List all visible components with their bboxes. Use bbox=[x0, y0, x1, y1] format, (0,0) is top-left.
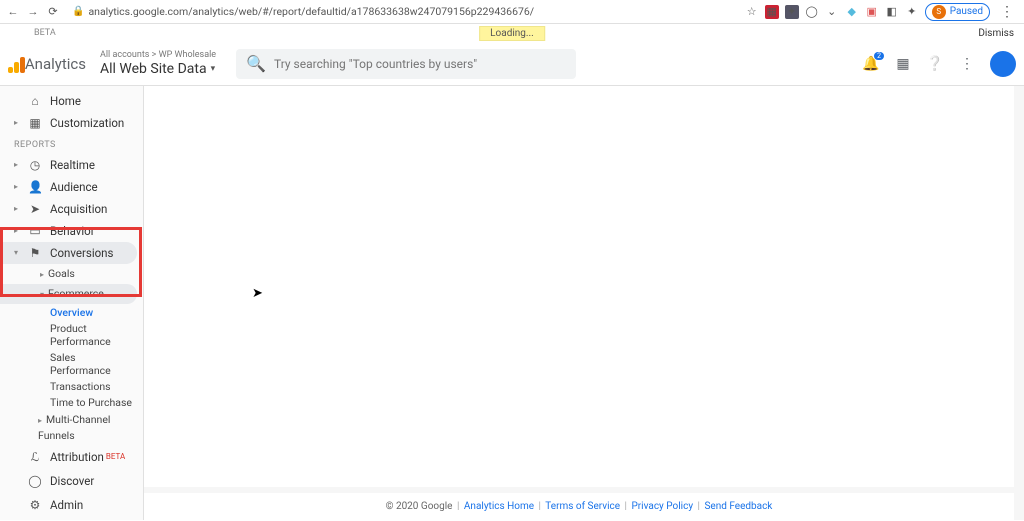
browser-toolbar: ← → ⟳ 🔒 analytics.google.com/analytics/w… bbox=[0, 0, 1024, 24]
notifications-icon[interactable]: 🔔2 bbox=[862, 55, 880, 73]
search-box[interactable]: 🔍 bbox=[236, 49, 576, 79]
customization-icon: ▦ bbox=[28, 115, 42, 131]
notifications-badge: 2 bbox=[874, 52, 884, 60]
apps-icon[interactable]: ▦ bbox=[894, 55, 912, 73]
beta-badge: BETA bbox=[106, 452, 125, 461]
footer: © 2020 Google | Analytics Home | Terms o… bbox=[144, 493, 1014, 520]
nav-sales-performance[interactable]: Sales Performance bbox=[0, 349, 143, 378]
discover-icon: ◯ bbox=[28, 473, 42, 489]
footer-terms[interactable]: Terms of Service bbox=[545, 501, 620, 512]
attribution-icon: ℒ bbox=[28, 449, 42, 465]
nav-acquisition[interactable]: ▸➤Acquisition bbox=[0, 198, 143, 220]
home-icon: ⌂ bbox=[28, 93, 42, 109]
profile-status: Paused bbox=[950, 6, 983, 17]
dismiss-button[interactable]: Dismiss bbox=[978, 28, 1014, 39]
extension-1-icon[interactable]: ▦ bbox=[765, 5, 779, 19]
profile-pill[interactable]: S Paused bbox=[925, 3, 990, 21]
nav-admin[interactable]: ⚙Admin bbox=[0, 493, 143, 517]
beta-label: BETA bbox=[34, 28, 56, 38]
extension-icons: ▦ ✦ ◯ ⌄ ◆ ▣ ◧ ✦ bbox=[765, 5, 919, 19]
analytics-logo[interactable]: Analytics bbox=[8, 55, 86, 73]
reports-section-label: REPORTS bbox=[0, 134, 143, 154]
meta-row: BETA Loading... Dismiss bbox=[0, 24, 1024, 42]
report-canvas bbox=[144, 86, 1014, 487]
footer-privacy[interactable]: Privacy Policy bbox=[631, 501, 693, 512]
address-bar[interactable]: 🔒 analytics.google.com/analytics/web/#/r… bbox=[66, 4, 739, 19]
url-text: analytics.google.com/analytics/web/#/rep… bbox=[88, 5, 534, 18]
admin-icon: ⚙ bbox=[28, 497, 42, 513]
nav-goals[interactable]: ▸Goals bbox=[0, 264, 143, 284]
nav-discover[interactable]: ◯Discover bbox=[0, 469, 143, 493]
sidebar: ⌂Home ▸▦Customization REPORTS ▸◷Realtime… bbox=[0, 86, 144, 520]
settings-kebab-icon[interactable]: ⋮ bbox=[958, 55, 976, 73]
extension-5-icon[interactable]: ▣ bbox=[865, 5, 879, 19]
nav-transactions[interactable]: Transactions bbox=[0, 378, 143, 394]
help-icon[interactable]: ❔ bbox=[926, 55, 944, 73]
loading-badge: Loading... bbox=[479, 26, 545, 41]
mouse-cursor-icon: ➤ bbox=[252, 286, 263, 301]
nav-realtime[interactable]: ▸◷Realtime bbox=[0, 154, 143, 176]
extension-4-icon[interactable]: ◆ bbox=[845, 5, 859, 19]
acquisition-icon: ➤ bbox=[28, 201, 42, 217]
nav-audience[interactable]: ▸👤Audience bbox=[0, 176, 143, 198]
account-breadcrumb: All accounts > WP Wholesale bbox=[100, 50, 216, 61]
nav-ecommerce[interactable]: ▾Ecommerce bbox=[0, 284, 137, 304]
nav-multichannel[interactable]: ▸Multi-Channel Funnels bbox=[0, 410, 143, 445]
nav-home[interactable]: ⌂Home bbox=[0, 90, 143, 112]
profile-avatar-icon: S bbox=[932, 5, 946, 19]
extension-2-icon[interactable]: ✦ bbox=[785, 5, 799, 19]
analytics-logo-icon bbox=[8, 55, 19, 73]
analytics-wordmark: Analytics bbox=[25, 55, 86, 73]
footer-analytics-home[interactable]: Analytics Home bbox=[464, 501, 534, 512]
view-name: All Web Site Data▾ bbox=[100, 61, 216, 78]
nav-ecommerce-overview[interactable]: Overview bbox=[0, 304, 143, 320]
nav-customization[interactable]: ▸▦Customization bbox=[0, 112, 143, 134]
nav-product-performance[interactable]: Product Performance bbox=[0, 320, 143, 349]
extension-3-icon[interactable]: ◯ bbox=[805, 5, 819, 19]
search-icon: 🔍 bbox=[246, 54, 266, 73]
back-icon[interactable]: ← bbox=[6, 5, 20, 18]
forward-icon[interactable]: → bbox=[26, 5, 40, 18]
nav-conversions[interactable]: ▾⚑Conversions bbox=[0, 242, 137, 264]
extension-6-icon[interactable]: ◧ bbox=[885, 5, 899, 19]
star-icon[interactable]: ☆ bbox=[745, 5, 759, 18]
view-picker[interactable]: All accounts > WP Wholesale All Web Site… bbox=[96, 50, 216, 78]
user-avatar[interactable] bbox=[990, 51, 1016, 77]
conversions-icon: ⚑ bbox=[28, 245, 42, 261]
audience-icon: 👤 bbox=[28, 179, 42, 195]
behavior-icon: ▭ bbox=[28, 223, 42, 239]
pocket-icon[interactable]: ⌄ bbox=[825, 5, 839, 19]
realtime-icon: ◷ bbox=[28, 157, 42, 173]
lock-icon: 🔒 bbox=[72, 6, 84, 17]
extensions-menu-icon[interactable]: ✦ bbox=[905, 5, 919, 19]
footer-feedback[interactable]: Send Feedback bbox=[704, 501, 772, 512]
nav-attribution[interactable]: ℒAttributionBETA bbox=[0, 445, 143, 469]
app-header: Analytics All accounts > WP Wholesale Al… bbox=[0, 42, 1024, 86]
chrome-menu-icon[interactable]: ⋮ bbox=[996, 4, 1018, 20]
header-actions: 🔔2 ▦ ❔ ⋮ bbox=[862, 51, 1016, 77]
main-content: © 2020 Google | Analytics Home | Terms o… bbox=[144, 86, 1024, 520]
reload-icon[interactable]: ⟳ bbox=[46, 5, 60, 18]
nav-behavior[interactable]: ▸▭Behavior bbox=[0, 220, 143, 242]
caret-down-icon: ▾ bbox=[211, 64, 216, 75]
footer-copyright: © 2020 Google bbox=[386, 501, 453, 512]
nav-time-to-purchase[interactable]: Time to Purchase bbox=[0, 394, 143, 410]
search-input[interactable] bbox=[274, 57, 566, 71]
